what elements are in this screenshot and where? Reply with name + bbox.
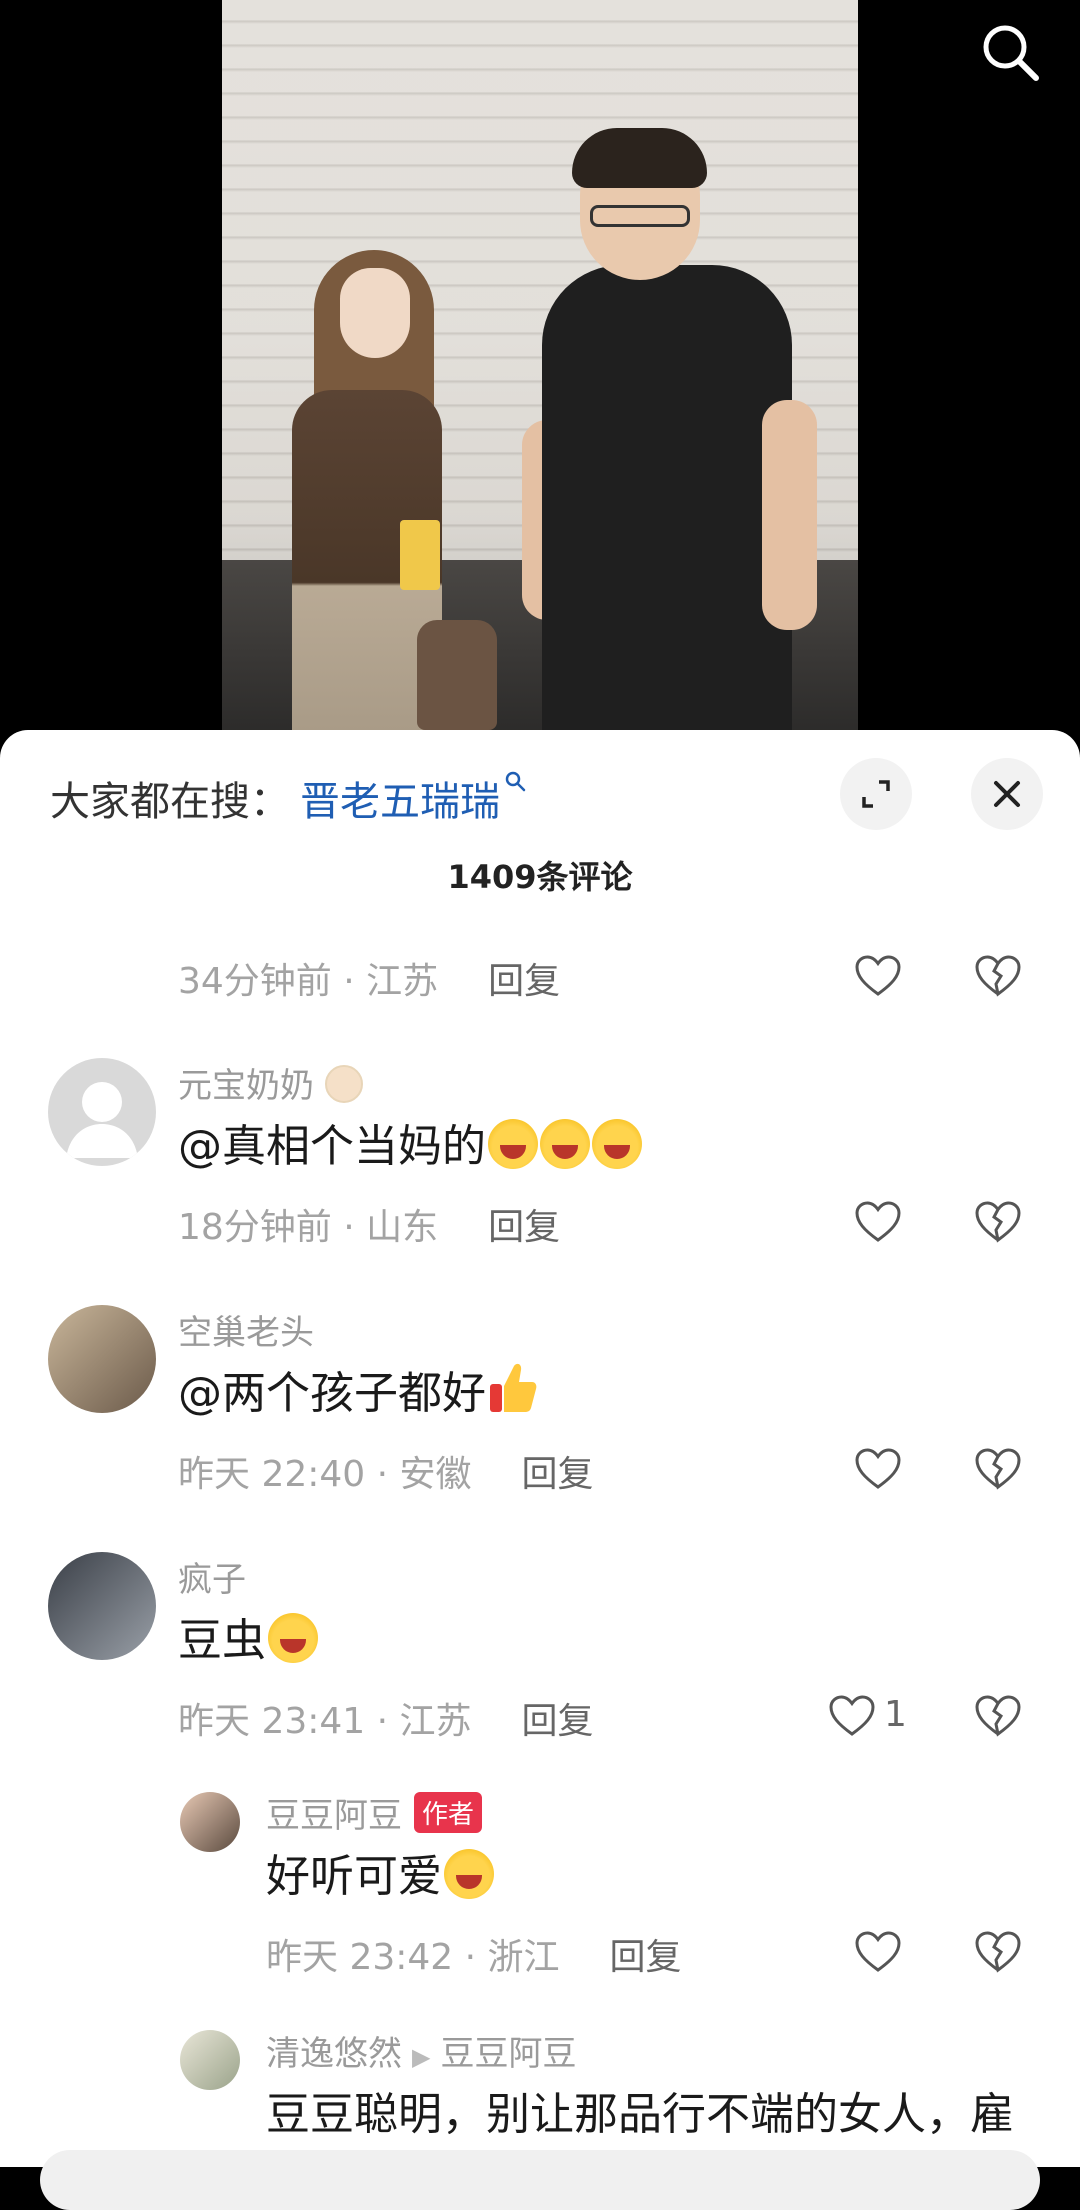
dislike-button[interactable] bbox=[968, 1192, 1028, 1252]
broken-heart-icon bbox=[975, 955, 1021, 997]
expand-icon bbox=[862, 780, 890, 808]
hand-over-mouth-emoji-icon bbox=[444, 1849, 494, 1899]
hot-search-term[interactable]: 晋老五瑞瑞 bbox=[300, 769, 500, 827]
dislike-button[interactable] bbox=[968, 1439, 1028, 1499]
close-icon bbox=[994, 781, 1020, 807]
search-small-icon bbox=[504, 770, 526, 798]
heart-icon bbox=[855, 955, 901, 996]
expand-button[interactable] bbox=[840, 758, 912, 830]
heart-icon bbox=[855, 1931, 901, 1972]
like-button[interactable] bbox=[848, 1192, 908, 1252]
avatar[interactable] bbox=[48, 1058, 156, 1166]
comment-time: 昨天 22:40 · 安徽 bbox=[178, 1454, 472, 1495]
reply-button[interactable]: 回复 bbox=[522, 1445, 594, 1497]
comment-username[interactable]: 空巢老头 bbox=[178, 1305, 314, 1354]
man-body bbox=[542, 265, 792, 740]
comment-meta: 34分钟前 · 江苏 回复 bbox=[178, 952, 560, 1004]
comment-username[interactable]: 疯子 bbox=[178, 1552, 246, 1601]
heart-icon bbox=[855, 1448, 901, 1489]
man-glasses bbox=[590, 205, 690, 227]
laughing-tears-emoji-icon bbox=[488, 1119, 538, 1169]
comment-text: 豆虫 bbox=[178, 1604, 318, 1668]
reply-username[interactable]: 豆豆阿豆 作者 bbox=[266, 1788, 483, 1837]
search-button[interactable] bbox=[970, 12, 1050, 92]
comment-username[interactable]: 元宝奶奶 bbox=[178, 1058, 363, 1107]
like-button[interactable] bbox=[822, 1686, 882, 1746]
video-frame[interactable] bbox=[222, 0, 858, 740]
reply-text: 豆豆聪明，别让那品行不端的女人，雇 bbox=[266, 2089, 1014, 2140]
dislike-button[interactable] bbox=[968, 1922, 1028, 1982]
man-arm-right bbox=[762, 400, 817, 630]
drink-cup bbox=[400, 520, 440, 590]
avatar[interactable] bbox=[180, 2030, 240, 2090]
laughing-tears-emoji-icon bbox=[592, 1119, 642, 1169]
comment-meta: 昨天 22:40 · 安徽 回复 bbox=[178, 1445, 594, 1497]
laughing-tears-emoji-icon bbox=[540, 1119, 590, 1169]
comment-time: 昨天 23:41 · 江苏 bbox=[178, 1701, 472, 1742]
author-badge: 作者 bbox=[414, 1792, 483, 1833]
dislike-button[interactable] bbox=[968, 1686, 1028, 1746]
woman-face bbox=[340, 268, 410, 358]
avatar[interactable] bbox=[48, 1552, 156, 1660]
close-button[interactable] bbox=[971, 758, 1043, 830]
handbag bbox=[417, 620, 497, 730]
like-button[interactable] bbox=[848, 1922, 908, 1982]
reply-button[interactable]: 回复 bbox=[488, 952, 560, 1004]
comment-count: 1409条评论 bbox=[447, 858, 633, 896]
default-avatar-icon bbox=[66, 1082, 138, 1158]
broken-heart-icon bbox=[975, 1201, 1021, 1243]
broken-heart-icon bbox=[975, 1931, 1021, 1973]
hot-search-label: 大家都在搜： bbox=[50, 779, 290, 825]
reply-arrow-icon: ▶ bbox=[412, 2043, 431, 2071]
comment-text: @真相个当妈的 bbox=[178, 1110, 642, 1174]
avatar[interactable] bbox=[180, 1792, 240, 1852]
hot-search-bar: 大家都在搜： 晋老五瑞瑞 bbox=[50, 768, 526, 828]
comment-meta: 昨天 23:41 · 江苏 回复 bbox=[178, 1692, 594, 1744]
like-button[interactable] bbox=[848, 1439, 908, 1499]
comment-time: 18分钟前 · 山东 bbox=[178, 1207, 439, 1248]
like-button[interactable] bbox=[848, 946, 908, 1006]
search-icon bbox=[983, 25, 1039, 81]
heart-icon bbox=[855, 1201, 901, 1242]
thumbs-up-emoji-icon bbox=[490, 1363, 537, 1412]
avatar[interactable] bbox=[48, 1305, 156, 1413]
video-player[interactable] bbox=[0, 0, 1080, 740]
grandma-emoji-icon bbox=[324, 1065, 363, 1103]
reply-text: 好听可爱 bbox=[266, 1840, 494, 1904]
man-hair bbox=[572, 128, 707, 188]
laughing-tears-emoji-icon bbox=[268, 1613, 318, 1663]
reply-button[interactable]: 回复 bbox=[610, 1928, 682, 1980]
reply-button[interactable]: 回复 bbox=[488, 1198, 560, 1250]
broken-heart-icon bbox=[975, 1448, 1021, 1490]
comment-time: 34分钟前 · 江苏 bbox=[178, 961, 439, 1002]
comment-input-bar[interactable] bbox=[40, 2150, 1040, 2210]
reply-button[interactable]: 回复 bbox=[522, 1692, 594, 1744]
reply-time: 昨天 23:42 · 浙江 bbox=[266, 1937, 560, 1978]
comment-text: @两个孩子都好 bbox=[178, 1357, 538, 1421]
comment-meta: 18分钟前 · 山东 回复 bbox=[178, 1198, 560, 1250]
dislike-button[interactable] bbox=[968, 946, 1028, 1006]
like-count: 1 bbox=[884, 1694, 907, 1735]
reply-meta: 昨天 23:42 · 浙江 回复 bbox=[266, 1928, 682, 1980]
comment-sheet: 大家都在搜： 晋老五瑞瑞 1409条评论 34分钟前 · 江苏 回复 元宝奶奶 … bbox=[0, 730, 1080, 2167]
reply-username[interactable]: 清逸悠然 ▶ 豆豆阿豆 bbox=[266, 2026, 576, 2075]
heart-icon bbox=[829, 1695, 875, 1736]
broken-heart-icon bbox=[975, 1695, 1021, 1737]
